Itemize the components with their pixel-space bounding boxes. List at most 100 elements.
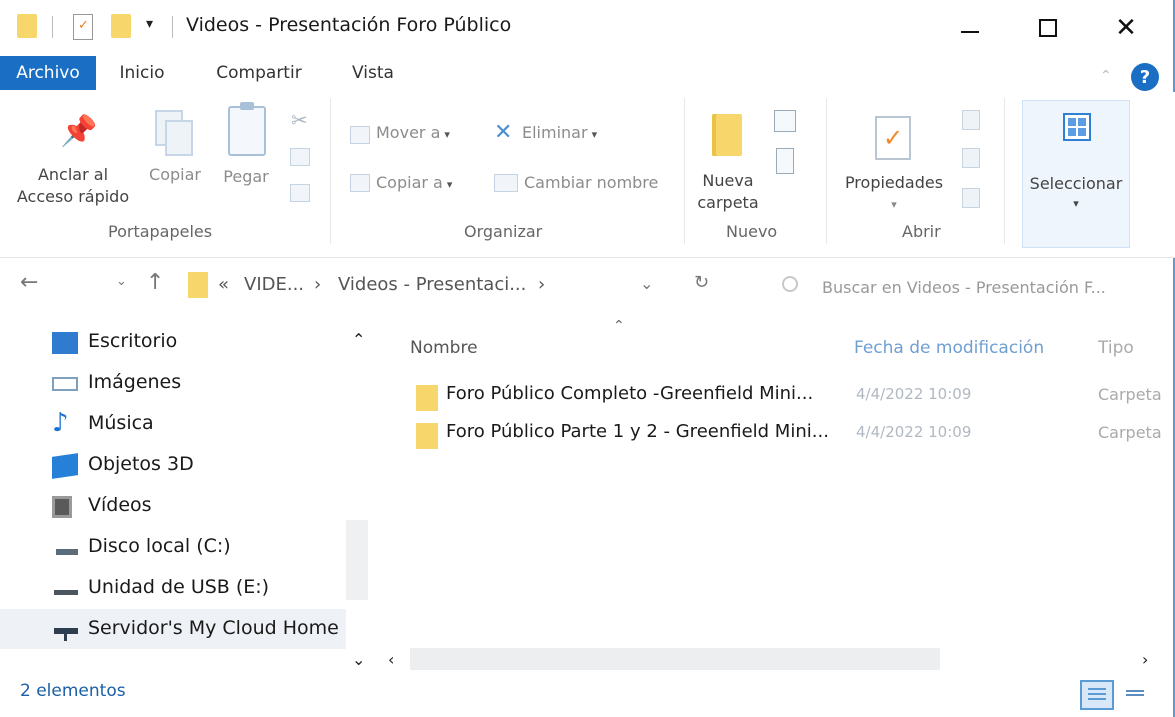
pin-to-quick-access-button[interactable]: Anclar al Acceso rápido <box>8 164 138 208</box>
breadcrumb-separator-icon[interactable]: › <box>314 274 321 295</box>
properties-label: Propiedades <box>844 173 944 192</box>
nav-item-my-cloud-home[interactable]: Servidor's My Cloud Home (Z <box>0 609 346 649</box>
move-to-label: Mover a <box>376 123 441 142</box>
recent-locations-icon[interactable]: ⌄ <box>116 274 127 289</box>
pin-label-line-1: Anclar al <box>37 165 109 184</box>
dropdown-icon: ▾ <box>891 198 897 211</box>
properties-button[interactable]: Propiedades ▾ <box>838 172 950 216</box>
rename-icon <box>494 174 518 192</box>
refresh-icon[interactable]: ↻ <box>694 272 709 293</box>
videos-icon <box>52 496 72 518</box>
ribbon-separator <box>330 98 331 244</box>
pin-label-line-2: Acceso rápido <box>16 187 130 206</box>
nav-item-label: Disco local (C:) <box>88 535 231 557</box>
move-to-button[interactable]: Mover a ▾ <box>376 122 450 146</box>
breadcrumb-videos-parent[interactable]: VIDE... <box>244 274 304 295</box>
paste-icon[interactable] <box>228 102 266 156</box>
minimize-button[interactable] <box>940 0 1000 56</box>
status-item-count: 2 elementos <box>20 681 126 701</box>
nav-item-usb[interactable]: Unidad de USB (E:) <box>0 568 360 608</box>
up-arrow-icon[interactable]: ↑ <box>146 270 164 295</box>
new-item-icon[interactable] <box>774 110 796 132</box>
group-label-organizar: Organizar <box>464 222 543 241</box>
nav-scrollbar-thumb[interactable] <box>346 520 368 600</box>
ribbon-separator <box>1004 98 1005 244</box>
ribbon-tabs: Archivo Inicio Compartir Vista <box>0 56 1175 92</box>
column-header-modified[interactable]: Fecha de modificación <box>854 338 1044 358</box>
breadcrumb-current-folder[interactable]: Videos - Presentaci... <box>338 274 526 295</box>
tab-inicio[interactable]: Inicio <box>108 56 176 90</box>
nav-item-escritorio[interactable]: Escritorio <box>0 322 360 362</box>
copy-to-icon <box>350 174 370 192</box>
copy-path-icon[interactable] <box>290 148 310 166</box>
file-explorer-window: ▾ Videos - Presentación Foro Público ✕ A… <box>0 0 1175 717</box>
file-type: Carpeta <box>1098 423 1162 442</box>
folder-icon <box>17 14 37 38</box>
copy-to-button[interactable]: Copiar a ▾ <box>376 172 452 196</box>
tab-archivo[interactable]: Archivo <box>0 56 96 90</box>
rename-button[interactable]: Cambiar nombre <box>524 172 658 194</box>
paste-shortcut-icon[interactable] <box>290 184 310 202</box>
tab-compartir[interactable]: Compartir <box>206 56 312 90</box>
nav-item-objetos-3d[interactable]: Objetos 3D <box>0 445 360 485</box>
large-icons-view-button[interactable] <box>1122 680 1156 710</box>
scroll-left-icon[interactable]: ‹ <box>388 650 394 669</box>
nav-item-imagenes[interactable]: Imágenes <box>0 363 360 403</box>
address-bar: ← ⌄ ↑ « VIDE... › Videos - Presentaci...… <box>0 262 1175 308</box>
nav-scroll-down-icon[interactable]: ⌄ <box>352 650 365 669</box>
cut-icon[interactable]: ✂ <box>291 108 308 132</box>
folder-icon <box>416 385 438 411</box>
new-folder-quick-access-icon[interactable] <box>111 14 131 38</box>
delete-button[interactable]: Eliminar ▾ <box>522 122 597 146</box>
address-dropdown-icon[interactable]: ⌄ <box>640 274 653 293</box>
nav-item-videos[interactable]: Vídeos <box>0 486 360 526</box>
nav-item-label: Escritorio <box>88 330 178 352</box>
close-icon: ✕ <box>1115 13 1137 43</box>
properties-quick-access-icon[interactable] <box>73 14 93 40</box>
local-disk-icon <box>52 537 78 559</box>
column-header-name[interactable]: Nombre <box>410 338 478 358</box>
nav-scroll-up-icon[interactable]: ⌃ <box>352 330 365 349</box>
window-title: Videos - Presentación Foro Público <box>186 14 512 36</box>
usb-drive-icon <box>52 578 78 600</box>
file-type: Carpeta <box>1098 385 1162 404</box>
breadcrumb-separator-icon[interactable]: › <box>538 274 545 295</box>
horizontal-scrollbar-thumb[interactable] <box>410 648 940 670</box>
select-button[interactable]: Seleccionar ▾ <box>1022 100 1130 248</box>
new-folder-icon[interactable] <box>712 114 742 156</box>
tab-vista[interactable]: Vista <box>344 56 402 90</box>
new-folder-button[interactable]: Nueva carpeta <box>686 170 770 214</box>
new-folder-label-line-1: Nueva <box>702 171 754 190</box>
dropdown-icon: ▾ <box>446 178 453 191</box>
easy-access-icon[interactable] <box>776 148 794 174</box>
pin-icon[interactable]: 📌 <box>60 114 97 149</box>
scroll-right-icon[interactable]: › <box>1142 650 1148 669</box>
open-icon[interactable] <box>962 110 980 130</box>
delete-label: Eliminar <box>522 123 588 142</box>
copy-button[interactable]: Copiar <box>143 164 207 186</box>
close-button[interactable]: ✕ <box>1096 0 1156 56</box>
quick-access-dropdown-icon[interactable]: ▾ <box>146 16 153 32</box>
back-arrow-icon[interactable]: ← <box>20 270 38 295</box>
paste-button[interactable]: Pegar <box>218 166 274 188</box>
collapse-ribbon-icon[interactable]: ⌃ <box>1100 68 1112 84</box>
nav-item-label: Objetos 3D <box>88 453 194 475</box>
images-icon <box>52 377 78 391</box>
search-input[interactable]: Buscar en Videos - Presentación F... <box>822 278 1106 297</box>
group-label-nuevo: Nuevo <box>726 222 778 241</box>
file-name: Foro Público Completo -Greenfield Mini..… <box>446 383 814 404</box>
history-icon[interactable] <box>962 188 980 208</box>
details-view-button[interactable] <box>1080 680 1114 710</box>
properties-icon[interactable] <box>875 116 911 160</box>
column-header-type[interactable]: Tipo <box>1098 338 1134 358</box>
table-row[interactable]: Foro Público Parte 1 y 2 - Greenfield Mi… <box>408 415 1168 453</box>
table-row[interactable]: Foro Público Completo -Greenfield Mini..… <box>408 377 1168 415</box>
nav-item-disco-local[interactable]: Disco local (C:) <box>0 527 360 567</box>
help-icon[interactable]: ? <box>1131 63 1159 91</box>
breadcrumb-overflow[interactable]: « <box>218 274 229 295</box>
nav-item-musica[interactable]: ♪ Música <box>0 404 360 444</box>
copy-icon[interactable] <box>155 110 195 158</box>
edit-icon[interactable] <box>962 148 980 168</box>
move-to-icon <box>350 126 370 144</box>
maximize-button[interactable] <box>1018 0 1078 56</box>
